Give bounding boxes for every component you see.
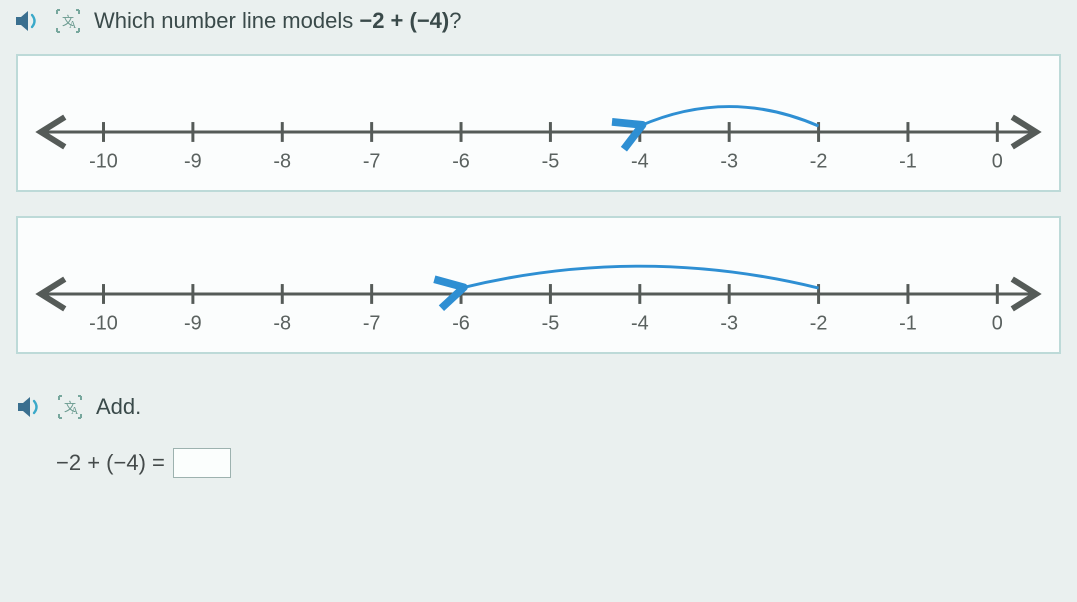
tick-label: -1 [899, 313, 917, 335]
equation-row: −2 + (−4) = [16, 448, 1063, 478]
add-prompt: Add. [96, 394, 141, 420]
translate-icon[interactable]: 文 A [56, 394, 84, 420]
tick-label: -4 [631, 151, 649, 173]
numberline-a-svg: -10-9-8-7-6-5-4-3-2-10 [32, 84, 1045, 176]
tick-label: -1 [899, 151, 917, 173]
tick-label: -7 [363, 151, 381, 173]
question-row: 文 A Which number line models −2 + (−4)? [14, 8, 1063, 34]
svg-text:A: A [69, 20, 77, 31]
tick-label: -4 [631, 313, 649, 335]
tick-label: -9 [184, 151, 202, 173]
translate-icon[interactable]: 文 A [54, 8, 82, 34]
tick-label: -5 [542, 151, 560, 173]
numberline-choice-a[interactable]: -10-9-8-7-6-5-4-3-2-10 [16, 54, 1061, 192]
question-intro: Which number line models [94, 8, 359, 33]
tick-label: -9 [184, 313, 202, 335]
tick-label: -5 [542, 313, 560, 335]
question-expression: −2 + (−4) [359, 8, 449, 33]
tick-label: 0 [992, 313, 1003, 335]
tick-label: -7 [363, 313, 381, 335]
tick-label: 0 [992, 151, 1003, 173]
tick-label: -8 [273, 151, 291, 173]
answer-input[interactable] [173, 448, 231, 478]
tick-label: -3 [720, 151, 738, 173]
tick-label: -10 [89, 313, 118, 335]
add-section: 文 A Add. −2 + (−4) = [14, 394, 1063, 478]
numberline-choice-b[interactable]: -10-9-8-7-6-5-4-3-2-10 [16, 216, 1061, 354]
speaker-icon[interactable] [16, 395, 44, 419]
tick-label: -8 [273, 313, 291, 335]
tick-label: -10 [89, 151, 118, 173]
numberline-b: -10-9-8-7-6-5-4-3-2-10 [32, 246, 1045, 338]
question-text: Which number line models −2 + (−4)? [94, 8, 461, 34]
tick-label: -2 [810, 313, 828, 335]
tick-label: -6 [452, 151, 470, 173]
question-suffix: ? [449, 8, 461, 33]
tick-label: -6 [452, 313, 470, 335]
tick-label: -2 [810, 151, 828, 173]
numberline-a: -10-9-8-7-6-5-4-3-2-10 [32, 84, 1045, 176]
equation-lhs: −2 + (−4) = [56, 450, 165, 476]
add-row: 文 A Add. [16, 394, 1063, 420]
numberline-b-svg: -10-9-8-7-6-5-4-3-2-10 [32, 246, 1045, 338]
svg-text:A: A [71, 406, 79, 417]
speaker-icon[interactable] [14, 9, 42, 33]
tick-label: -3 [720, 313, 738, 335]
